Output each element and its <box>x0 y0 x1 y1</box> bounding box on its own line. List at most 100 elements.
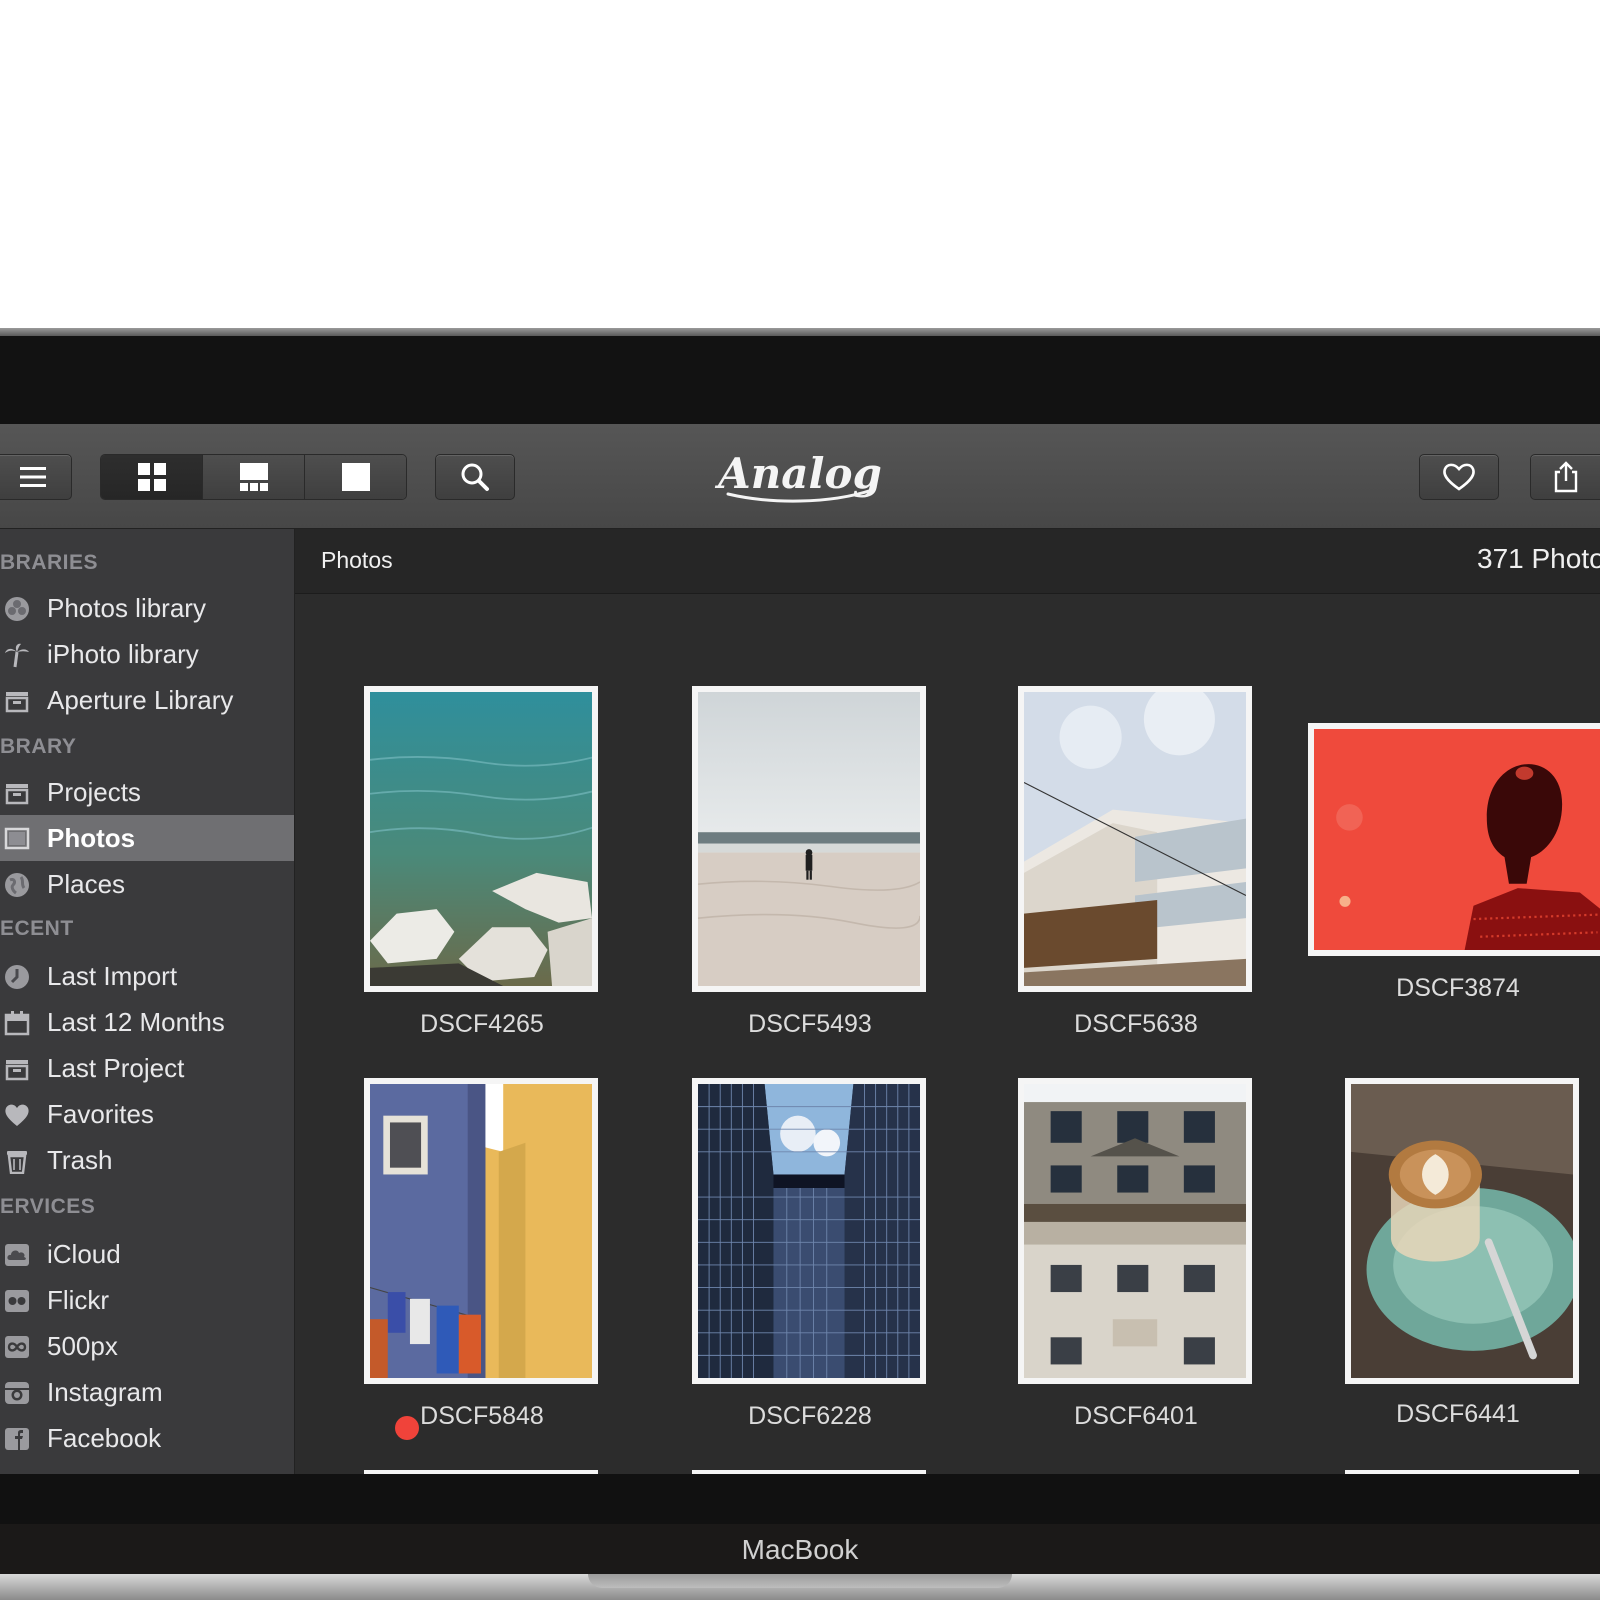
single-icon <box>341 463 370 491</box>
beach-person-image <box>698 692 920 986</box>
trash-icon <box>7 1151 27 1174</box>
red-mannequin-image <box>1314 729 1600 950</box>
infinity-icon <box>5 1336 29 1358</box>
share-button[interactable] <box>1530 454 1600 500</box>
photo-name: DSCF6228 <box>748 1402 872 1430</box>
section-header-services: ERVICES <box>0 1195 96 1218</box>
aperture-box-icon <box>5 692 29 713</box>
photo-name: DSCF5638 <box>1074 1010 1198 1038</box>
sidebar-item-aperture-library[interactable]: Aperture Library <box>0 677 294 723</box>
building-image <box>1024 692 1246 986</box>
section-header-recent: ECENT <box>0 917 74 940</box>
sidebar-item-label: iCloud <box>47 1239 121 1269</box>
latte-cup-image <box>1351 1084 1573 1378</box>
alley-laundry-image <box>370 1084 592 1378</box>
mosaic-icon <box>239 463 268 491</box>
sidebar-item-trash[interactable]: Trash <box>0 1137 294 1183</box>
photo-name: DSCF3874 <box>1396 974 1520 1002</box>
photo-frame-icon <box>4 827 30 850</box>
sea-rocks-image <box>370 692 592 986</box>
glass-tower-image <box>698 1084 920 1378</box>
cloud-icon <box>5 1244 29 1266</box>
calendar-icon <box>4 1011 30 1036</box>
photo-name: DSCF5848 <box>420 1402 544 1430</box>
search-button[interactable] <box>435 454 515 500</box>
section-header-libraries: BRARIES <box>0 551 99 574</box>
sidebar-item-label: 500px <box>47 1331 118 1361</box>
sidebar: BRARIES Photos library iPhoto library Ap… <box>0 529 295 1474</box>
sidebar-item-label: Photos <box>47 823 136 853</box>
projects-box-icon <box>5 784 29 805</box>
last-project-box-icon <box>5 1060 29 1081</box>
photo-thumbnail[interactable] <box>364 686 598 992</box>
toolbar: Analog <box>0 424 1600 529</box>
sidebar-item-instagram[interactable]: Instagram <box>0 1369 294 1415</box>
sidebar-item-last-import[interactable]: Last Import <box>0 953 294 999</box>
photo-thumbnail[interactable] <box>1018 686 1252 992</box>
camera-icon <box>5 1382 29 1404</box>
sidebar-item-last-12-months[interactable]: Last 12 Months <box>0 999 294 1045</box>
sidebar-item-label: iPhoto library <box>47 639 199 669</box>
sidebar-item-icloud[interactable]: iCloud <box>0 1231 294 1277</box>
facebook-icon <box>5 1428 29 1450</box>
hamburger-icon <box>20 467 46 487</box>
photo-grid: DSCF4265 DSCF5493 DSCF5638 DSCF3874 DSCF… <box>295 594 1600 1474</box>
grid-view-button[interactable] <box>101 455 203 499</box>
sidebar-item-label: Favorites <box>47 1099 154 1129</box>
sidebar-item-facebook[interactable]: Facebook <box>0 1415 294 1461</box>
favorite-button[interactable] <box>1419 454 1499 500</box>
laptop-lid-edge <box>0 328 1600 336</box>
photo-thumbnail[interactable] <box>1018 1078 1252 1384</box>
share-icon <box>1554 461 1578 493</box>
sidebar-item-label: Aperture Library <box>47 685 234 715</box>
photo-name: DSCF6441 <box>1396 1400 1520 1428</box>
sidebar-item-label: Places <box>47 869 126 899</box>
sidebar-item-flickr[interactable]: Flickr <box>0 1277 294 1323</box>
sidebar-item-photos[interactable]: Photos <box>0 815 294 861</box>
stone-facade-image <box>1024 1084 1246 1378</box>
view-mode-selector <box>100 454 407 500</box>
globe-icon <box>5 873 29 897</box>
section-header-library: BRARY <box>0 735 77 758</box>
import-clock-icon <box>5 965 29 989</box>
sidebar-item-label: Photos library <box>47 593 206 623</box>
photo-name: DSCF5493 <box>748 1010 872 1038</box>
photo-name: DSCF4265 <box>420 1010 544 1038</box>
photo-thumbnail[interactable] <box>364 1078 598 1384</box>
heart-icon <box>1443 463 1475 491</box>
search-icon <box>461 463 489 491</box>
sidebar-item-projects[interactable]: Projects <box>0 769 294 815</box>
photo-count: 371 Photo <box>1477 543 1600 574</box>
device-brand: MacBook <box>741 1534 859 1565</box>
laptop-bezel-top <box>0 336 1600 424</box>
sidebar-item-label: Instagram <box>47 1377 163 1407</box>
sidebar-item-label: Last Project <box>47 1053 185 1083</box>
sidebar-item-last-project[interactable]: Last Project <box>0 1045 294 1091</box>
logo-text: Analog <box>714 449 882 498</box>
photo-thumbnail[interactable] <box>692 686 926 992</box>
heart-icon <box>5 1104 29 1126</box>
single-view-button[interactable] <box>305 455 406 499</box>
laptop-chin: MacBook <box>0 1524 1600 1574</box>
grid-icon <box>137 463 166 491</box>
page-title: Photos <box>321 547 393 573</box>
sidebar-item-label: Projects <box>47 777 141 807</box>
photo-name: DSCF6401 <box>1074 1402 1198 1430</box>
flickr-icon <box>5 1290 29 1312</box>
photo-thumbnail[interactable] <box>692 1078 926 1384</box>
laptop-hinge-notch <box>588 1574 1012 1588</box>
photos-icon <box>5 597 29 621</box>
mosaic-view-button[interactable] <box>203 455 305 499</box>
sidebar-item-iphoto-library[interactable]: iPhoto library <box>0 631 294 677</box>
sidebar-item-500px[interactable]: 500px <box>0 1323 294 1369</box>
photo-thumbnail[interactable] <box>1308 723 1600 956</box>
sidebar-item-label: Facebook <box>47 1423 162 1453</box>
sidebar-item-label: Last 12 Months <box>47 1007 225 1037</box>
menu-button[interactable] <box>0 454 72 500</box>
photo-thumbnail[interactable] <box>1345 1078 1579 1384</box>
sidebar-item-places[interactable]: Places <box>0 861 294 907</box>
sidebar-item-photos-library[interactable]: Photos library <box>0 585 294 631</box>
sidebar-item-favorites[interactable]: Favorites <box>0 1091 294 1137</box>
palm-tree-icon <box>5 643 29 668</box>
sidebar-item-label: Trash <box>47 1145 113 1175</box>
